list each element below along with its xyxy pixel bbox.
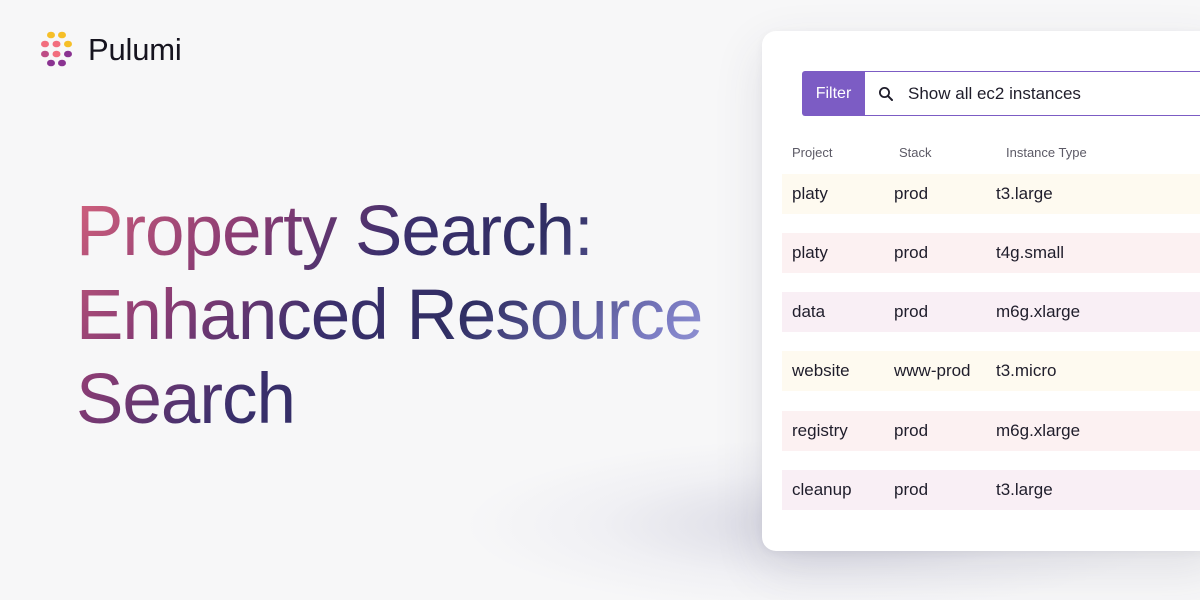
- column-header-stack[interactable]: Stack: [899, 145, 932, 160]
- table-header: Project Stack Instance Type: [782, 145, 1200, 165]
- resource-search-panel: Filter Show all ec2 instances Project St…: [762, 31, 1200, 551]
- table-row[interactable]: website www-prod t3.micro: [782, 351, 1200, 391]
- cell-stack: www-prod: [894, 361, 971, 380]
- search-icon: [879, 86, 893, 101]
- page-title: Property Search: Enhanced Resource Searc…: [76, 190, 756, 442]
- cell-project: registry: [792, 421, 848, 440]
- filter-button[interactable]: Filter: [802, 71, 865, 116]
- title-line-2: Enhanced Resource: [76, 276, 703, 355]
- cell-stack: prod: [894, 480, 929, 499]
- cell-stack: prod: [894, 243, 929, 262]
- cell-project: platy: [792, 243, 828, 262]
- title-line-1: Property Search:: [76, 192, 593, 271]
- filter-bar: Filter Show all ec2 instances: [802, 71, 1200, 116]
- cell-instance-type: t3.micro: [996, 361, 1057, 380]
- pulumi-logo-icon: [41, 31, 72, 67]
- cell-instance-type: m6g.xlarge: [996, 302, 1081, 321]
- search-query: Show all ec2 instances: [908, 83, 1081, 103]
- table-row[interactable]: registry prod m6g.xlarge: [782, 411, 1200, 451]
- brand-logo[interactable]: Pulumi: [36, 29, 182, 71]
- cell-stack: prod: [894, 184, 929, 203]
- cell-instance-type: m6g.xlarge: [996, 421, 1081, 440]
- cell-instance-type: t3.large: [996, 480, 1053, 499]
- cell-project: website: [792, 361, 850, 380]
- brand-name: Pulumi: [88, 32, 182, 67]
- table-row[interactable]: cleanup prod t3.large: [782, 470, 1200, 510]
- cell-stack: prod: [894, 302, 929, 321]
- column-header-project[interactable]: Project: [792, 145, 832, 160]
- cell-instance-type: t3.large: [996, 184, 1053, 203]
- table-row[interactable]: platy prod t4g.small: [782, 233, 1200, 273]
- search-input[interactable]: Show all ec2 instances: [865, 71, 1200, 116]
- table-row[interactable]: platy prod t3.large: [782, 174, 1200, 214]
- title-line-3: Search: [76, 360, 295, 439]
- table-row[interactable]: data prod m6g.xlarge: [782, 292, 1200, 332]
- cell-project: platy: [792, 184, 828, 203]
- cell-project: data: [792, 302, 826, 321]
- cell-stack: prod: [894, 421, 929, 440]
- cell-project: cleanup: [792, 480, 852, 499]
- cell-instance-type: t4g.small: [996, 243, 1065, 262]
- column-header-instance-type[interactable]: Instance Type: [1006, 145, 1087, 160]
